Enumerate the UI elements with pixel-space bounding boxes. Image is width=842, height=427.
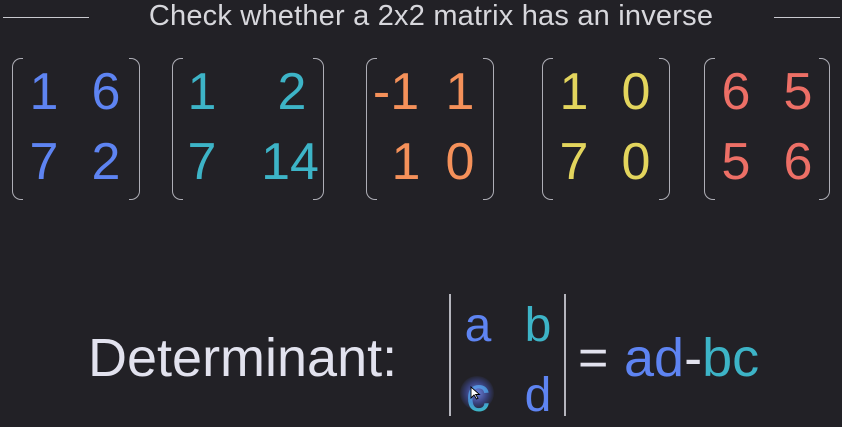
matrix-cell-a: -1 [372, 63, 420, 121]
title-row: Check whether a 2x2 matrix has an invers… [0, 0, 842, 36]
matrix-cell-d: 0 [445, 133, 475, 191]
determinant-formula: ad-bc [624, 326, 759, 390]
matrix-3: -1 1 1 0 [366, 58, 494, 200]
matrix-cell-c: 7 [559, 133, 589, 191]
determinant-cell-d: d [524, 369, 552, 422]
matrix-cell-b: 6 [91, 63, 121, 121]
matrix-cell-b: 2 [277, 63, 307, 121]
matrix-cell-d: 14 [261, 133, 319, 191]
matrix-cell-d: 0 [621, 133, 651, 191]
formula-minus: - [684, 328, 703, 388]
equals-sign: = [578, 329, 609, 387]
title-rule-left [3, 17, 89, 18]
determinant-cell-b: b [524, 299, 552, 352]
page-title: Check whether a 2x2 matrix has an invers… [148, 0, 714, 32]
mouse-pointer-icon [470, 386, 481, 400]
matrix-cell-a: 1 [29, 63, 59, 121]
matrix-5: 6 5 5 6 [704, 58, 830, 200]
matrix-1: 1 6 7 2 [12, 58, 140, 200]
matrix-cell-c: 5 [721, 133, 751, 191]
formula-ad: ad [624, 328, 685, 388]
determinant-label: Determinant: [88, 328, 398, 388]
matrix-cell-d: 6 [783, 133, 813, 191]
title-rule-right [774, 17, 840, 18]
matrix-cell-d: 2 [91, 133, 121, 191]
matrix-cell-b: 5 [783, 63, 813, 121]
matrix-2: 1 2 7 14 [172, 58, 324, 200]
matrix-cell-b: 0 [621, 63, 651, 121]
matrix-cell-a: 6 [721, 63, 751, 121]
matrix-cell-a: 1 [187, 63, 217, 121]
matrix-4: 1 0 7 0 [542, 58, 670, 200]
matrix-cell-c: 1 [391, 133, 421, 191]
matrix-cell-c: 7 [187, 133, 217, 191]
matrix-cell-a: 1 [559, 63, 589, 121]
matrix-cell-b: 1 [445, 63, 475, 121]
matrix-cell-c: 7 [29, 133, 59, 191]
determinant-cell-a: a [464, 299, 492, 352]
formula-bc: bc [702, 328, 760, 388]
